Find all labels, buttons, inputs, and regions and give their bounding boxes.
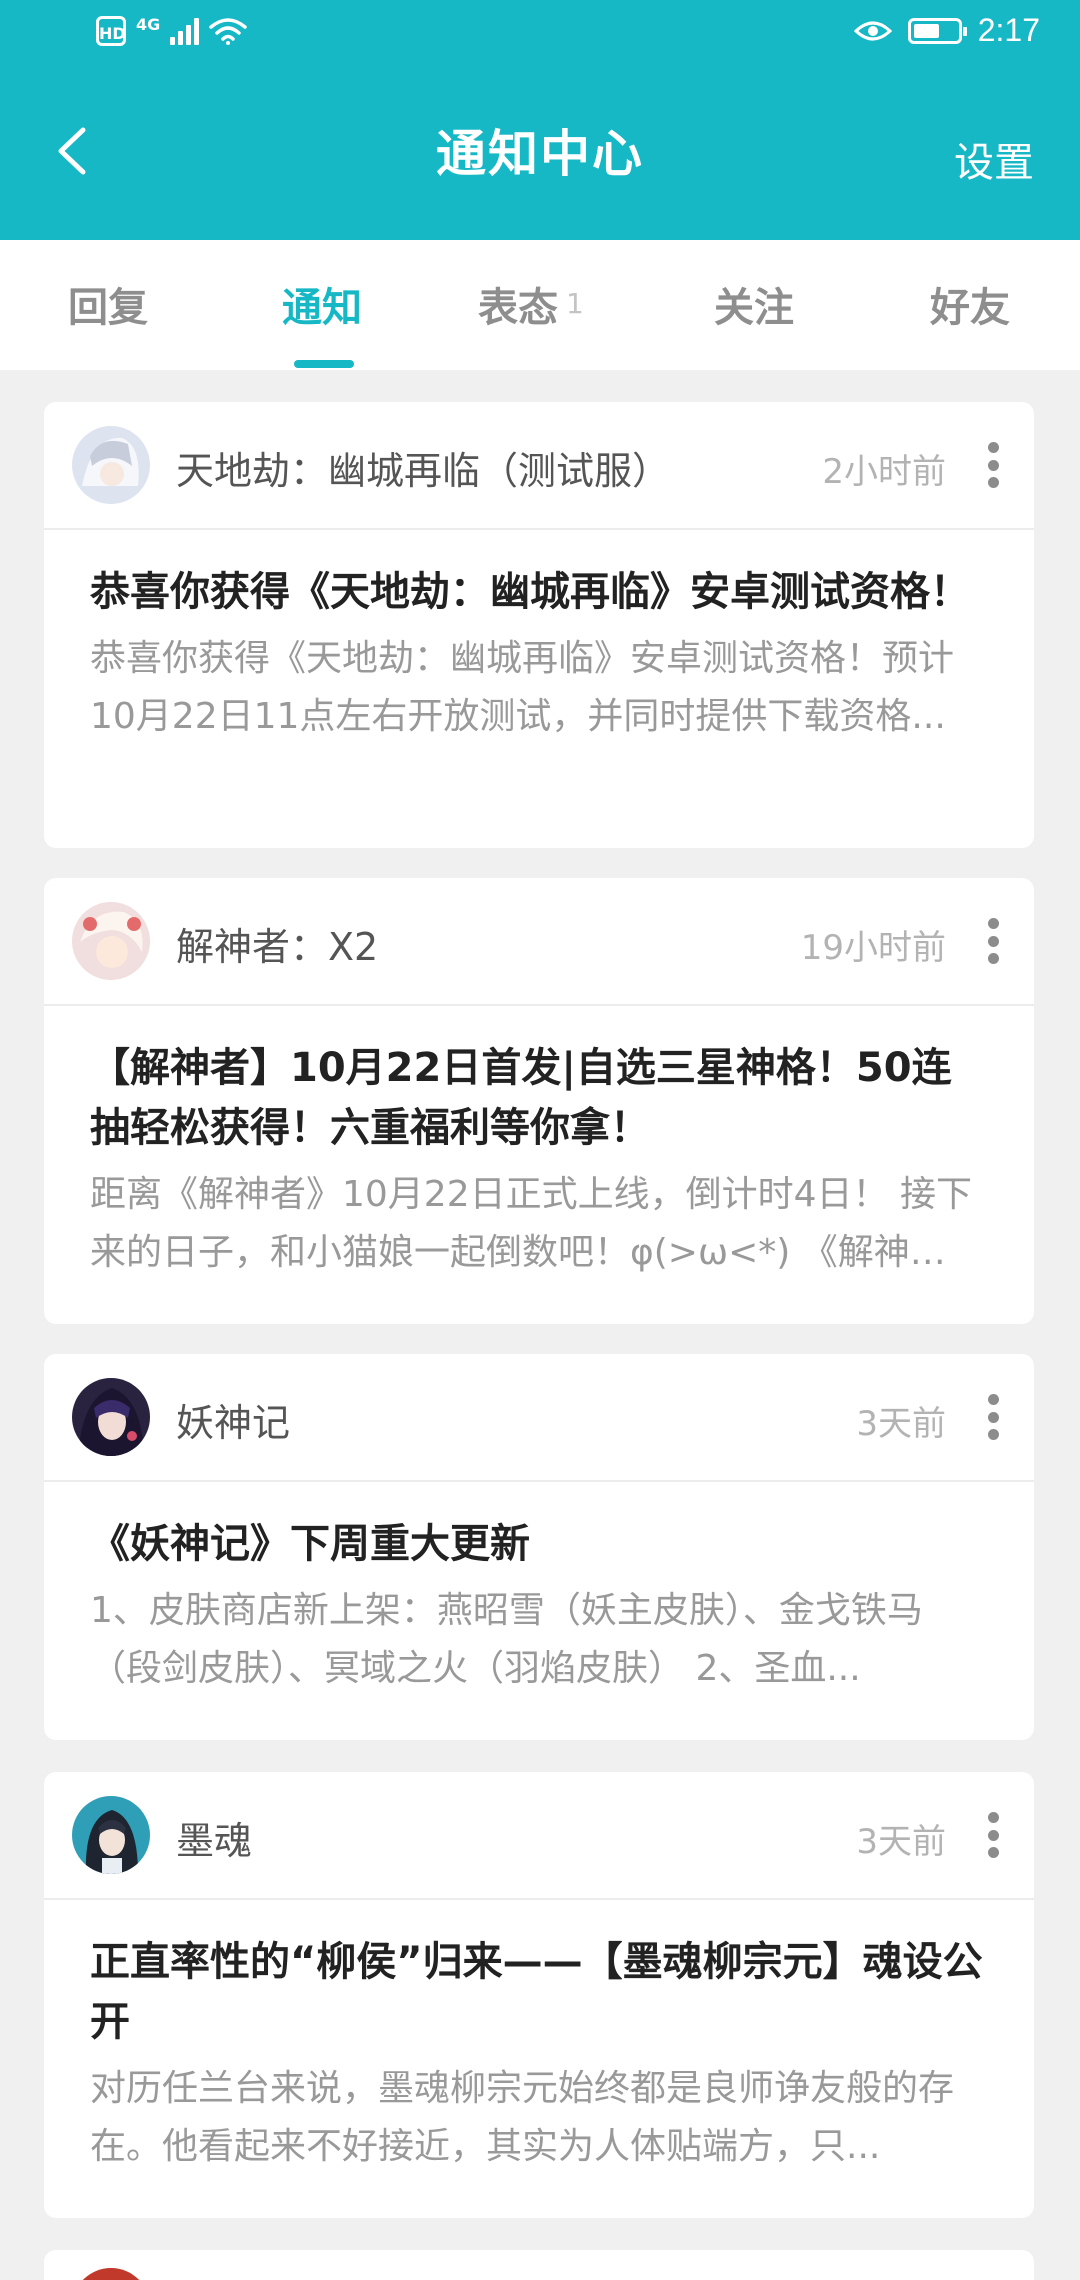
- page-title: 通知中心: [436, 125, 644, 183]
- more-options-icon[interactable]: [986, 918, 1000, 964]
- timestamp: 3天前: [856, 1822, 946, 1862]
- tab-label: 回复: [68, 285, 148, 331]
- tab-follow[interactable]: 关注: [714, 278, 794, 338]
- avatar-image: [72, 426, 150, 504]
- card-body: 【解神者】10月22日首发|自选三星神格！50连抽轻松获得！六重福利等你拿！ 距…: [44, 1006, 1034, 1282]
- more-options-icon[interactable]: [986, 1812, 1000, 1858]
- card-body: 恭喜你获得《天地劫：幽城再临》安卓测试资格！ 恭喜你获得《天地劫：幽城再临》安卓…: [44, 530, 1034, 746]
- eye-comfort-icon: [853, 21, 892, 40]
- hd-icon: HD: [96, 16, 126, 46]
- source-name: 天地劫：幽城再临（测试服）: [176, 449, 671, 493]
- avatar-image: [72, 902, 150, 980]
- settings-button[interactable]: 设置: [954, 130, 1034, 188]
- timestamp: 19小时前: [800, 928, 946, 968]
- tab-reactions[interactable]: 表态 1: [478, 278, 584, 338]
- notification-excerpt: 恭喜你获得《天地劫：幽城再临》安卓测试资格！预计10月22日11点左右开放测试，…: [90, 638, 955, 737]
- tab-label: 通知: [282, 285, 362, 331]
- tab-badge: 1: [566, 287, 584, 320]
- status-bar: HD 4G 2:17: [0, 0, 1080, 72]
- notification-title: 《妖神记》下周重大更新: [90, 1521, 530, 1567]
- notification-excerpt: 距离《解神者》10月22日正式上线，倒计时4日！ 接下来的日子，和小猫娘一起倒数…: [90, 1174, 972, 1273]
- avatar-image: [72, 1796, 150, 1874]
- notification-excerpt: 1、皮肤商店新上架：燕昭雪（妖主皮肤）、金戈铁马（段剑皮肤）、冥域之火（羽焰皮肤…: [90, 1590, 923, 1689]
- avatar-image: [72, 1378, 150, 1456]
- source-name: 解神者：X2: [176, 925, 379, 969]
- card-header: 天地劫：幽城再临（测试服） 2小时前: [44, 402, 1034, 530]
- wifi-icon: [209, 18, 248, 45]
- notification-card[interactable]: 解神者：X2 19小时前 【解神者】10月22日首发|自选三星神格！50连抽轻松…: [44, 878, 1034, 1324]
- tab-notifications[interactable]: 通知: [282, 278, 362, 338]
- source-name: 墨魂: [176, 1819, 253, 1863]
- tab-bar: 回复 通知 表态 1 关注 好友: [0, 240, 1080, 370]
- card-body: 《妖神记》下周重大更新 1、皮肤商店新上架：燕昭雪（妖主皮肤）、金戈铁马（段剑皮…: [44, 1482, 1034, 1698]
- timestamp: 2小时前: [822, 452, 946, 492]
- top-bar: HD 4G 2:17 通知中心 设置: [0, 0, 1080, 240]
- more-options-icon[interactable]: [986, 442, 1000, 488]
- battery-icon: [907, 17, 967, 44]
- active-tab-indicator: [294, 360, 354, 368]
- notification-card[interactable]: 天地劫：幽城再临（测试服） 2小时前 恭喜你获得《天地劫：幽城再临》安卓测试资格…: [44, 402, 1034, 848]
- notification-card[interactable]: 妖神记 3天前 《妖神记》下周重大更新 1、皮肤商店新上架：燕昭雪（妖主皮肤）、…: [44, 1354, 1034, 1740]
- avatar[interactable]: [72, 2268, 150, 2280]
- status-right: 2:17: [853, 12, 1040, 49]
- signal-icon: [170, 17, 200, 45]
- more-options-icon[interactable]: [986, 1394, 1000, 1440]
- clock: 2:17: [977, 12, 1040, 48]
- tab-label: 关注: [714, 285, 794, 331]
- source-name: 妖神记: [176, 1401, 291, 1445]
- card-body: 正直率性的“柳侯”归来——【墨魂柳宗元】魂设公开 对历任兰台来说，墨魂柳宗元始终…: [44, 1900, 1034, 2176]
- avatar[interactable]: [72, 1796, 150, 1874]
- timestamp: 3天前: [856, 1404, 946, 1444]
- app-bar: 通知中心 设置: [0, 72, 1080, 240]
- notification-title: 恭喜你获得《天地劫：幽城再临》安卓测试资格！: [90, 569, 970, 615]
- avatar[interactable]: [72, 902, 150, 980]
- notification-card-partial[interactable]: [44, 2250, 1034, 2280]
- battery-level: [913, 23, 939, 38]
- notification-title: 正直率性的“柳侯”归来——【墨魂柳宗元】魂设公开: [90, 1939, 983, 2045]
- network-type: 4G: [136, 14, 161, 34]
- tab-label: 表态: [478, 285, 558, 331]
- card-header: 妖神记 3天前: [44, 1354, 1034, 1482]
- tab-friends[interactable]: 好友: [930, 278, 1010, 338]
- avatar[interactable]: [72, 426, 150, 504]
- tab-label: 好友: [930, 285, 1010, 331]
- tab-reply[interactable]: 回复: [68, 278, 148, 338]
- notification-card[interactable]: 墨魂 3天前 正直率性的“柳侯”归来——【墨魂柳宗元】魂设公开 对历任兰台来说，…: [44, 1772, 1034, 2218]
- card-header: 墨魂 3天前: [44, 1772, 1034, 1900]
- avatar[interactable]: [72, 1378, 150, 1456]
- notification-excerpt: 对历任兰台来说，墨魂柳宗元始终都是良师诤友般的存在。他看起来不好接近，其实为人体…: [90, 2068, 955, 2167]
- card-header: 解神者：X2 19小时前: [44, 878, 1034, 1006]
- notification-title: 【解神者】10月22日首发|自选三星神格！50连抽轻松获得！六重福利等你拿！: [90, 1045, 952, 1151]
- status-left: HD 4G: [96, 14, 248, 46]
